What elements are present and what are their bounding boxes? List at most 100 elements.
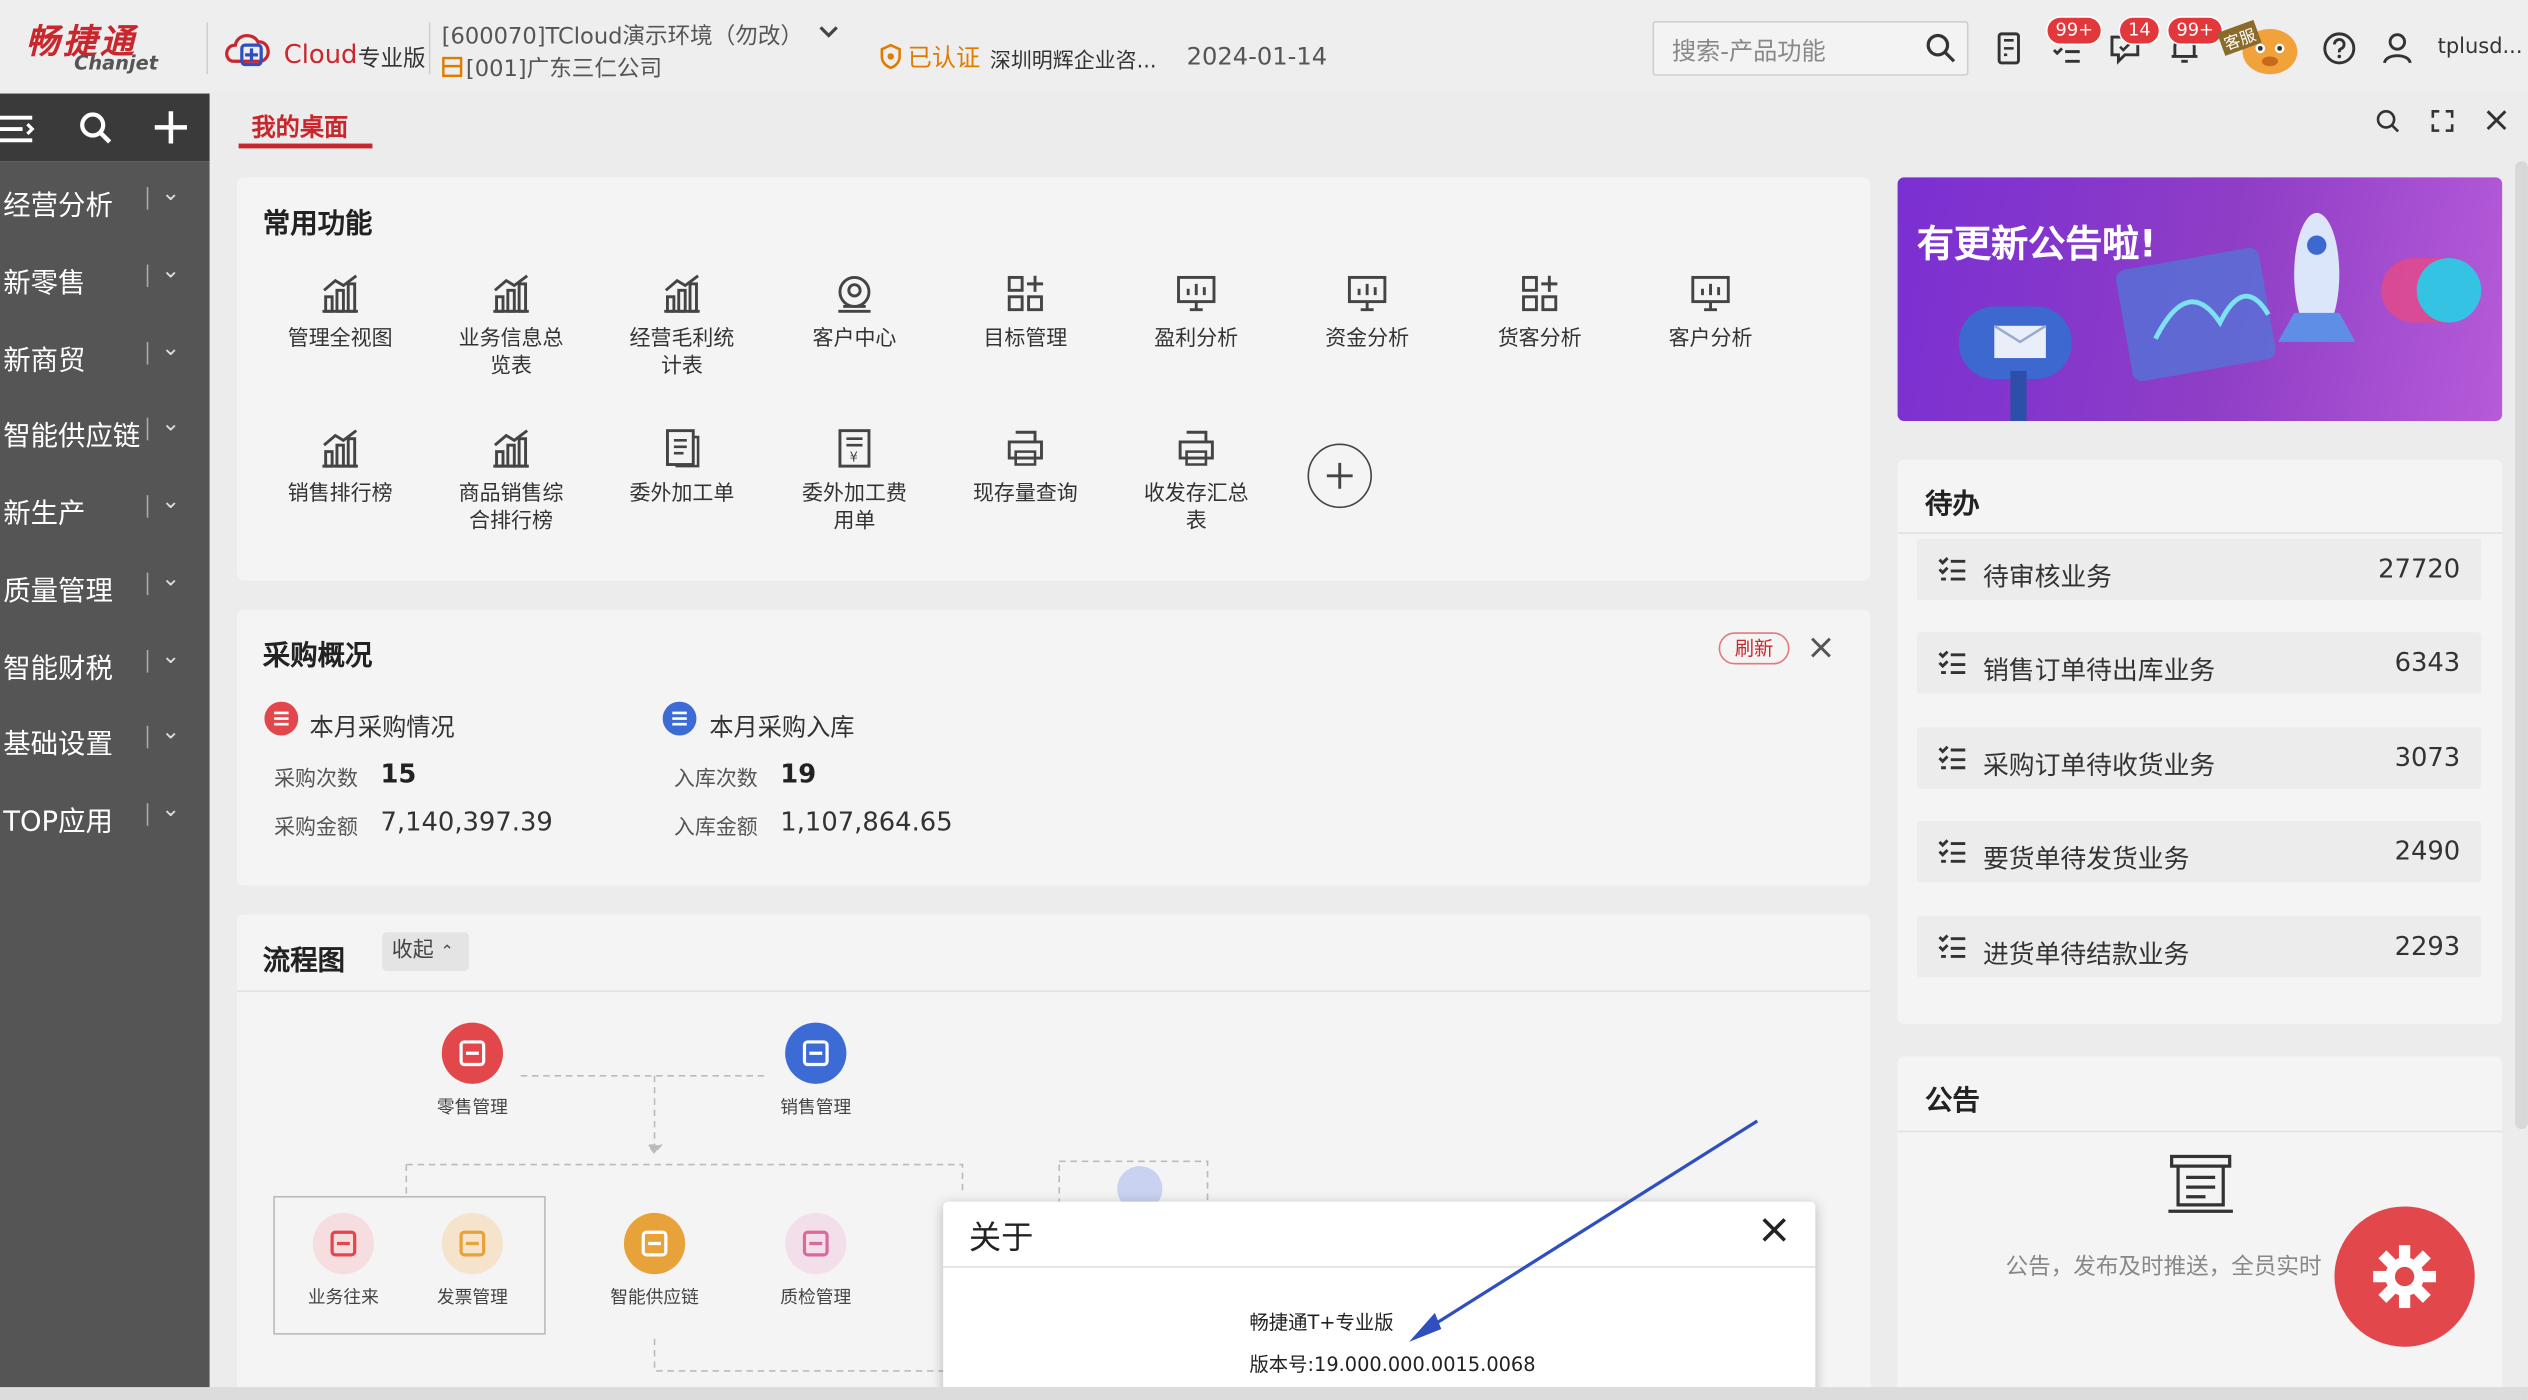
sidebar-item-finance-tax[interactable]: 智能财税 ⌄ — [0, 624, 210, 701]
org-icon — [442, 56, 463, 78]
close-icon[interactable] — [1809, 635, 1833, 659]
product-edition: 专业版 — [357, 46, 426, 73]
flow-node[interactable]: 业务往来 — [279, 1212, 408, 1310]
sidebar-item-basic-settings[interactable]: 基础设置 ⌄ — [0, 700, 210, 777]
svg-text:¥: ¥ — [850, 450, 858, 465]
todo-item[interactable]: 销售订单待出库业务 6343 — [1916, 632, 2482, 694]
function-shortcut[interactable]: 销售排行榜 — [263, 426, 418, 508]
function-label: 委外加工费用单 — [802, 482, 907, 534]
chevron-down-icon[interactable]: ⌄ — [161, 644, 180, 670]
search-box[interactable]: 搜索-产品功能 — [1652, 20, 1969, 76]
chevron-down-icon[interactable]: ⌄ — [161, 335, 180, 361]
flow-node[interactable]: 销售管理 — [751, 1022, 880, 1120]
scrollbar[interactable] — [2515, 161, 2528, 1130]
panel-title: 待办 — [1924, 488, 1980, 521]
function-shortcut[interactable]: 现存量查询 — [948, 426, 1103, 508]
collapse-button[interactable]: 收起 ⌃ — [382, 932, 470, 971]
search-icon[interactable] — [1925, 32, 1957, 64]
chevron-down-icon[interactable]: ⌄ — [161, 181, 180, 207]
sidebar-item-label: 新生产 — [3, 498, 86, 531]
divider — [146, 341, 149, 365]
flow-node[interactable]: 质检管理 — [751, 1212, 880, 1310]
flow-node[interactable]: 智能供应链 — [590, 1212, 719, 1310]
function-shortcut[interactable]: 委外加工单 — [605, 426, 760, 508]
tab-my-desktop[interactable]: 我的桌面 — [252, 110, 349, 144]
certified-shield-icon — [880, 43, 901, 70]
todo-item[interactable]: 待审核业务 27720 — [1916, 538, 2482, 600]
function-shortcut[interactable]: 盈利分析 — [1119, 271, 1274, 353]
company-name[interactable]: 深圳明辉企业咨... — [990, 44, 1157, 74]
add-icon[interactable] — [153, 110, 188, 145]
divider — [146, 649, 149, 673]
environment-selector[interactable]: [600070]TCloud演示环境（勿改） — [442, 19, 803, 51]
sidebar-item-top-apps[interactable]: TOP应用 ⌄ — [0, 777, 210, 854]
panel-title: 公告 — [1924, 1085, 1980, 1118]
menu-toggle-icon[interactable] — [0, 113, 35, 145]
sidebar: 经营分析 ⌄ 新零售 ⌄ 新商贸 ⌄ 智能供应链 ⌄ 新生产 ⌄ 质量管理 ⌄ 智能财税 ⌄ … — [0, 161, 210, 1400]
printer-icon — [1119, 426, 1274, 471]
function-shortcut[interactable]: 目标管理 — [948, 271, 1103, 353]
function-label: 委外加工单 — [629, 482, 735, 507]
flow-node[interactable]: 零售管理 — [408, 1022, 537, 1120]
settings-fab-button[interactable] — [2334, 1206, 2475, 1347]
organization-selector[interactable]: [001]广东三仁公司 — [466, 52, 662, 84]
username[interactable]: tplusd... — [2438, 35, 2523, 59]
sidebar-toolbar — [0, 93, 210, 162]
calculator-icon[interactable] — [1991, 31, 2026, 66]
todo-item[interactable]: 要货单待发货业务 2490 — [1916, 820, 2482, 883]
sidebar-item-new-retail[interactable]: 新零售 ⌄ — [0, 239, 210, 316]
divider — [146, 803, 149, 826]
chevron-down-icon[interactable]: ⌄ — [161, 411, 180, 437]
search-input[interactable]: 搜索-产品功能 — [1672, 34, 1826, 68]
refresh-button[interactable]: 刷新 — [1718, 632, 1790, 665]
sidebar-item-quality[interactable]: 质量管理 ⌄ — [0, 547, 210, 624]
purchase-count-label: 采购次数 — [274, 767, 358, 792]
help-icon[interactable] — [2322, 31, 2357, 66]
function-shortcut[interactable]: 客户中心 — [777, 271, 932, 353]
function-shortcut[interactable]: 经营毛利统计表 — [605, 271, 760, 381]
notices-badge: 99+ — [2166, 16, 2224, 46]
function-shortcut[interactable]: 商品销售综合排行榜 — [434, 426, 589, 536]
function-shortcut[interactable]: 资金分析 — [1290, 271, 1445, 353]
todo-item[interactable]: 进货单待结款业务 2293 — [1916, 916, 2482, 978]
flow-node-icon — [623, 1212, 686, 1275]
function-shortcut[interactable]: 业务信息总览表 — [434, 271, 589, 381]
todo-label: 进货单待结款业务 — [1983, 938, 2190, 970]
dialog-title: 关于 — [968, 1217, 1034, 1257]
fullscreen-icon[interactable] — [2430, 108, 2456, 134]
chevron-down-icon[interactable]: ⌄ — [161, 258, 180, 284]
chevron-down-icon[interactable]: ⌄ — [161, 797, 180, 823]
divider — [1897, 532, 2503, 534]
chevron-down-icon[interactable]: ⌄ — [161, 719, 180, 745]
receipt-icon: ¥ — [777, 426, 932, 471]
function-shortcut[interactable]: 货客分析 — [1462, 271, 1617, 353]
task-list-icon — [1938, 934, 1966, 958]
sidebar-item-business-analysis[interactable]: 经营分析 ⌄ — [0, 161, 210, 238]
task-list-icon — [1938, 650, 1966, 675]
close-icon[interactable] — [2484, 108, 2508, 132]
sidebar-item-label: 智能供应链 — [3, 420, 141, 454]
search-icon[interactable] — [2375, 108, 2401, 134]
function-shortcut[interactable]: 客户分析 — [1633, 271, 1788, 353]
chevron-down-icon[interactable]: ⌄ — [161, 489, 180, 515]
function-shortcut[interactable]: ¥ 委外加工费用单 — [777, 426, 932, 536]
announcement-banner[interactable]: 有更新公告啦! — [1897, 177, 2503, 421]
function-label: 资金分析 — [1325, 327, 1410, 352]
divider — [206, 22, 208, 75]
function-shortcut[interactable]: 管理全视图 — [263, 271, 418, 353]
empty-notice-icon — [2168, 1154, 2233, 1213]
chevron-down-icon[interactable] — [817, 23, 840, 46]
flow-node[interactable]: 发票管理 — [408, 1212, 537, 1310]
todo-item[interactable]: 采购订单待收货业务 3073 — [1916, 727, 2482, 789]
add-function-button[interactable] — [1307, 443, 1372, 509]
sidebar-item-supply-chain[interactable]: 智能供应链 ⌄ — [0, 392, 210, 469]
function-shortcut[interactable]: 收发存汇总表 — [1119, 426, 1274, 536]
chart-line-icon — [263, 271, 418, 316]
chevron-down-icon[interactable]: ⌄ — [161, 566, 180, 592]
sidebar-item-new-trade[interactable]: 新商贸 ⌄ — [0, 316, 210, 393]
function-label: 管理全视图 — [287, 327, 393, 352]
search-icon[interactable] — [79, 111, 113, 145]
sidebar-item-new-production[interactable]: 新生产 ⌄ — [0, 469, 210, 546]
todo-label: 待审核业务 — [1983, 561, 2113, 592]
user-icon[interactable] — [2380, 31, 2415, 66]
